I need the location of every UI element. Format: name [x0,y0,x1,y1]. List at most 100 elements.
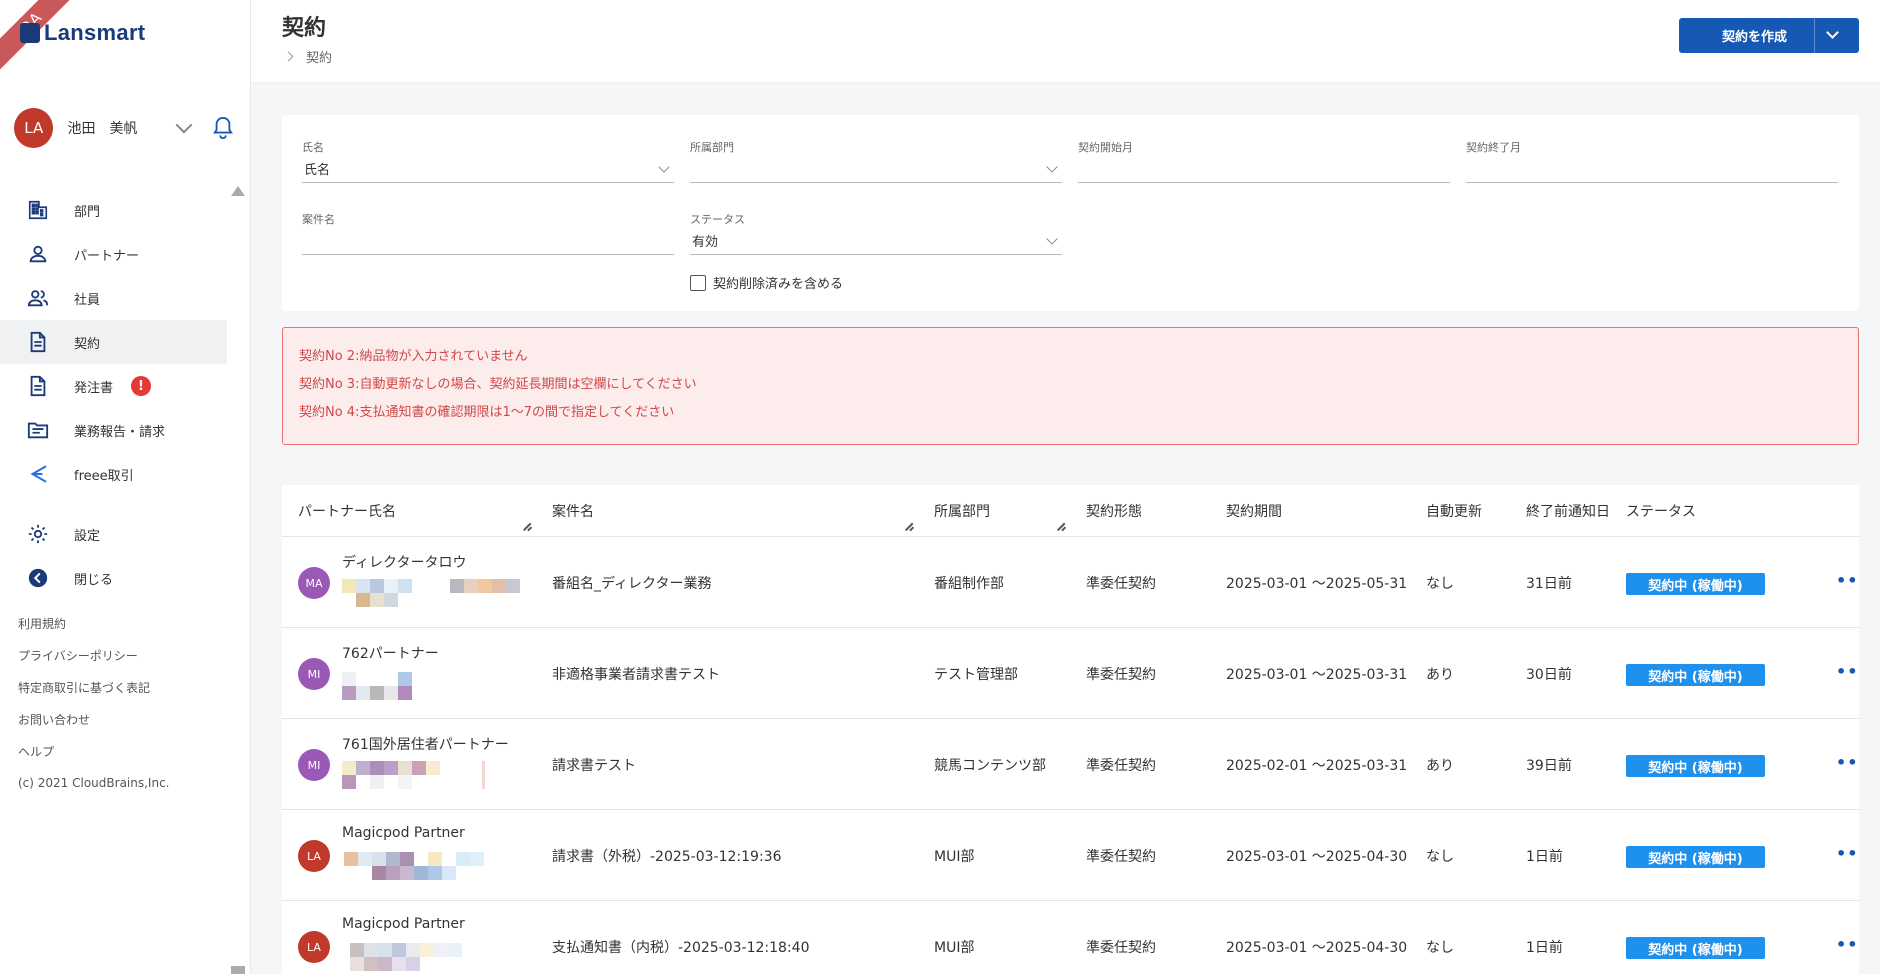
department-cell: テスト管理部 [934,667,1018,683]
col-department-header[interactable]: 所属部門 [934,501,990,521]
table-row[interactable]: LA Magicpod Partner 請求書（外税）-2025-03-12:1… [282,810,1859,901]
partner-name: Magicpod Partner [342,825,465,841]
contract-type-cell: 準委任契約 [1086,667,1156,683]
col-project-header[interactable]: 案件名 [552,501,594,521]
notice-cell: 1日前 [1526,940,1563,956]
status-badge: 契約中 (稼働中) [1626,937,1765,959]
table-row[interactable]: LA Magicpod Partner 支払通知書（内税）-2025-03-12… [282,901,1859,974]
status-select[interactable]: 有効 [690,227,1062,255]
column-resize-handle[interactable] [904,523,914,531]
sidebar-item-contracts[interactable]: 契約 [0,320,227,364]
status-badge: 契約中 (稼働中) [1626,664,1765,686]
column-resize-handle[interactable] [522,523,532,531]
people-icon [26,286,50,310]
sidebar-item-employees[interactable]: 社員 [0,276,227,320]
name-select[interactable]: 氏名 [302,155,674,183]
name-select-value: 氏名 [304,163,331,178]
more-options-icon[interactable]: ••• [1836,844,1859,863]
error-message: 契約No 3:自動更新なしの場合、契約延長期間は空欄にしてください [299,377,697,392]
end-month-input[interactable] [1466,155,1838,183]
department-cell: 番組制作部 [934,576,1004,592]
auto-renew-cell: あり [1426,758,1454,774]
bell-icon[interactable] [212,115,234,141]
commerce-law-link[interactable]: 特定商取引に基づく表記 [18,678,170,710]
start-month-input[interactable] [1078,155,1450,183]
sidebar-item-label: 閉じる [74,572,114,588]
chevron-down-icon[interactable] [1826,26,1839,39]
column-resize-handle[interactable] [1056,523,1066,531]
sidebar-item-label: 社員 [74,292,101,308]
privacy-link[interactable]: プライバシーポリシー [18,646,170,678]
more-options-icon[interactable]: ••• [1836,571,1859,590]
notice-cell: 31日前 [1526,576,1572,592]
col-notice-header[interactable]: 終了前通知日 [1526,501,1610,521]
more-options-icon[interactable]: ••• [1836,753,1859,772]
status-filter: ステータス 有効 [690,211,1062,255]
table-row[interactable]: MI 761国外居住者パートナー 請求書テスト 競馬コンテンツ部 準委任契約 2… [282,719,1859,810]
chevron-down-icon[interactable] [175,116,193,134]
status-badge: 契約中 (稼働中) [1626,846,1765,868]
name-filter: 氏名 氏名 [302,139,674,183]
footer-links: 利用規約 プライバシーポリシー 特定商取引に基づく表記 お問い合わせ ヘルプ (… [18,614,170,790]
create-contract-button[interactable]: 契約を作成 [1679,18,1859,53]
department-filter-label: 所属部門 [690,141,734,154]
department-cell: 競馬コンテンツ部 [934,758,1046,774]
department-cell: MUI部 [934,940,975,956]
sidebar-item-departments[interactable]: 部門 [0,188,227,232]
alert-badge: ! [131,376,152,396]
department-select[interactable] [690,155,1062,183]
create-contract-label: 契約を作成 [1722,30,1788,45]
auto-renew-cell: なし [1426,576,1454,592]
col-status-header[interactable]: ステータス [1626,501,1696,521]
end-month-label: 契約終了月 [1466,141,1521,154]
sidebar-item-settings[interactable]: 設定 [0,512,227,556]
col-contract-type-header[interactable]: 契約形態 [1086,501,1142,521]
more-options-icon[interactable]: ••• [1836,662,1859,681]
partner-avatar: MI [298,658,330,690]
error-message: 契約No 2:納品物が入力されていません [299,349,528,364]
project-cell: 請求書テスト [552,758,636,774]
project-input[interactable] [302,227,674,255]
sidebar-item-close[interactable]: 閉じる [0,556,227,600]
project-cell: 支払通知書（内税）-2025-03-12:18:40 [552,940,810,956]
period-cell: 2025-03-01 〜2025-04-30 [1226,940,1408,956]
table-header: パートナー氏名 案件名 所属部門 契約形態 契約期間 自動更新 終了前通知日 ス… [282,485,1859,537]
sidebar-item-freee[interactable]: freee取引 [0,452,227,496]
sidebar-item-purchase-orders[interactable]: 発注書 ! [0,364,227,408]
sidebar-item-reports[interactable]: 業務報告・請求 [0,408,227,452]
include-deleted-checkbox[interactable] [690,274,706,291]
auto-renew-cell: なし [1426,849,1454,865]
gear-icon [26,522,50,546]
terms-link[interactable]: 利用規約 [18,614,170,646]
redacted-email [342,761,522,797]
breadcrumb-item[interactable]: 契約 [306,47,332,66]
table-row[interactable]: MI 762パートナー 非適格事業者請求書テスト テスト管理部 準委任契約 20… [282,628,1859,719]
contact-link[interactable]: お問い合わせ [18,710,170,742]
sidebar: QA Lansmart LA 池田 美帆 部門 パートナー [0,0,251,974]
sidebar-item-label: 発注書 [74,380,114,396]
table-row[interactable]: MA ディレクタータロウ 番組名_ディレクター業務 番組制作部 準委任契約 20… [282,537,1859,628]
partner-avatar: LA [298,840,330,872]
period-cell: 2025-03-01 〜2025-04-30 [1226,849,1408,865]
redacted-email [342,852,522,888]
contract-type-cell: 準委任契約 [1086,940,1156,956]
more-options-icon[interactable]: ••• [1836,935,1859,954]
col-period-header[interactable]: 契約期間 [1226,501,1282,521]
error-message: 契約No 4:支払通知書の確認期限は1〜7の間で指定してください [299,405,675,420]
contract-type-cell: 準委任契約 [1086,849,1156,865]
partner-avatar: MI [298,749,330,781]
include-deleted-option[interactable]: 契約削除済みを含める [690,273,843,292]
help-link[interactable]: ヘルプ [18,742,170,774]
user-avatar: LA [14,108,54,148]
user-name: 池田 美帆 [67,121,138,137]
partner-name: 762パートナー [342,646,439,662]
freee-icon [26,462,50,486]
col-auto-renew-header[interactable]: 自動更新 [1426,501,1482,521]
col-partner-header[interactable]: パートナー氏名 [298,501,396,521]
user-menu[interactable]: LA 池田 美帆 [14,108,234,148]
scroll-down-arrow[interactable] [231,966,245,974]
start-month-label: 契約開始月 [1078,141,1133,154]
brand-logo[interactable]: Lansmart [20,20,145,46]
sidebar-item-partners[interactable]: パートナー [0,232,227,276]
scroll-up-arrow[interactable] [231,186,245,196]
